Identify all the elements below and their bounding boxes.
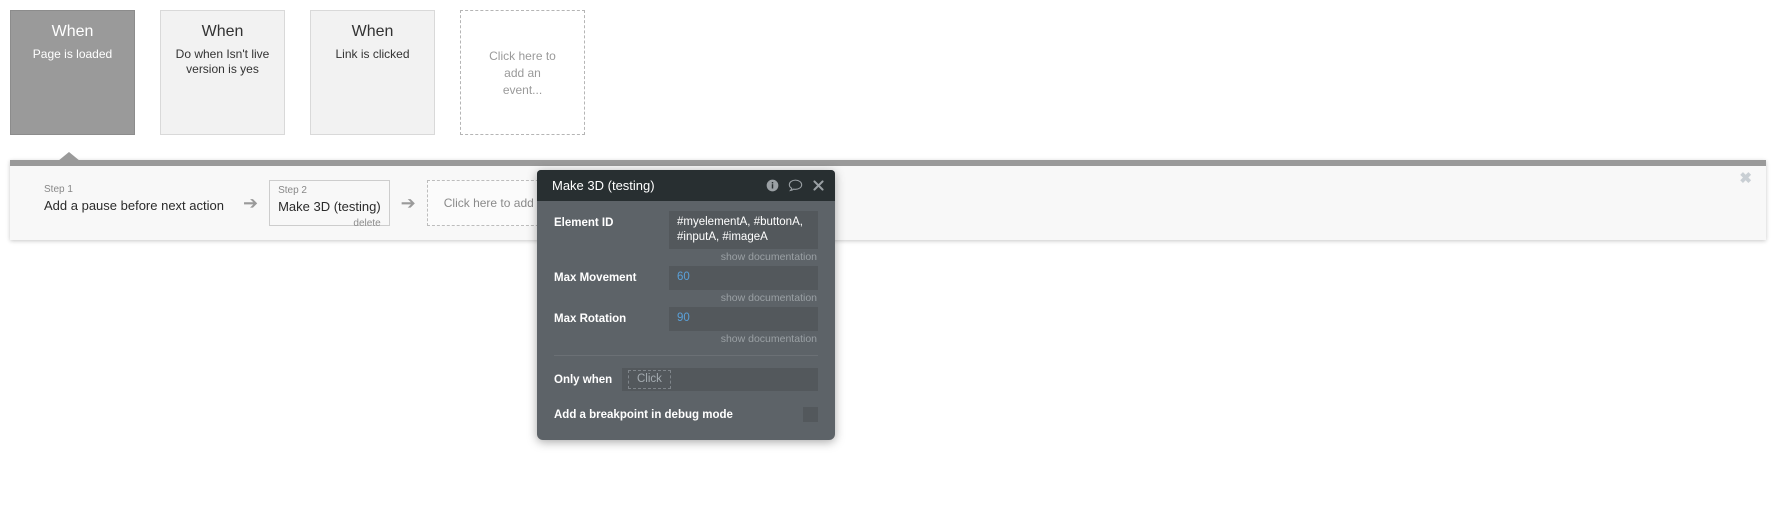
field-label: Max Rotation — [554, 313, 627, 325]
field-label: Max Movement — [554, 272, 637, 284]
property-editor-dialog: Make 3D (testing) Element ID #myelementA… — [537, 170, 835, 440]
breakpoint-checkbox[interactable] — [803, 407, 818, 422]
field-element-id: Element ID #myelementA, #buttonA, #input… — [554, 211, 818, 264]
step-number: Step 2 — [278, 185, 307, 196]
add-event-label: Click here to add an event... — [489, 49, 556, 97]
element-id-input[interactable]: #myelementA, #buttonA, #inputA, #imageA — [669, 211, 818, 249]
step-title: Make 3D (testing) — [278, 199, 381, 214]
field-control: 60 show documentation — [669, 266, 818, 305]
max-movement-input[interactable]: 60 — [669, 266, 818, 290]
field-control: #myelementA, #buttonA, #inputA, #imageA … — [669, 211, 818, 264]
breakpoint-row: Add a breakpoint in debug mode — [554, 391, 818, 436]
workflow-arrow-icon: ➔ — [400, 193, 416, 213]
dialog-header: Make 3D (testing) — [537, 170, 835, 201]
step-delete-link[interactable]: delete — [278, 218, 380, 230]
event-when-label: When — [51, 23, 94, 40]
show-documentation-link[interactable]: show documentation — [669, 331, 818, 346]
add-event-card[interactable]: Click here to add an event... — [460, 10, 585, 135]
show-documentation-link[interactable]: show documentation — [669, 249, 818, 264]
dialog-title: Make 3D (testing) — [552, 177, 655, 193]
workflow-pointer-triangle — [58, 152, 80, 161]
workflow-step-2[interactable]: Step 2 Make 3D (testing) delete — [269, 180, 390, 229]
event-card-link-is-clicked[interactable]: When Link is clicked — [310, 10, 435, 135]
max-rotation-input[interactable]: 90 — [669, 307, 818, 331]
comment-icon[interactable] — [788, 179, 803, 192]
step-number: Step 1 — [44, 184, 73, 195]
event-card-isnt-live-version[interactable]: When Do when Isn't live version is yes — [160, 10, 285, 135]
info-icon[interactable] — [766, 179, 779, 192]
only-when-input[interactable]: Click — [622, 368, 818, 391]
workflow-panel: ✖ Step 1 Add a pause before next action … — [10, 152, 1766, 240]
app-root: When Page is loaded When Do when Isn't l… — [0, 0, 1776, 518]
workflow-arrow-icon: ➔ — [242, 193, 259, 213]
only-when-label: Only when — [554, 373, 613, 386]
show-documentation-link[interactable]: show documentation — [669, 290, 818, 305]
workflow-close-button[interactable]: ✖ — [1739, 171, 1752, 186]
event-when-label: When — [351, 23, 394, 40]
workflow-step-1[interactable]: Step 1 Add a pause before next action — [36, 180, 232, 226]
event-description: Link is clicked — [335, 47, 410, 61]
workflow-steps: Step 1 Add a pause before next action ➔ … — [36, 180, 613, 229]
only-when-placeholder: Click — [628, 370, 671, 389]
field-label: Element ID — [554, 217, 614, 229]
field-max-movement: Max Movement 60 show documentation — [554, 266, 818, 305]
only-when-row: Only when Click — [554, 356, 818, 391]
event-card-page-is-loaded[interactable]: When Page is loaded — [10, 10, 135, 135]
field-max-rotation: Max Rotation 90 show documentation — [554, 307, 818, 346]
dialog-body: Element ID #myelementA, #buttonA, #input… — [537, 201, 835, 440]
event-description: Do when Isn't live version is yes — [175, 47, 270, 76]
close-icon[interactable] — [812, 179, 825, 192]
dialog-header-icons — [766, 179, 825, 192]
field-control: 90 show documentation — [669, 307, 818, 346]
event-description: Page is loaded — [32, 47, 113, 61]
breakpoint-label: Add a breakpoint in debug mode — [554, 408, 733, 421]
event-when-label: When — [201, 23, 244, 40]
step-title: Add a pause before next action — [44, 198, 224, 213]
events-row: When Page is loaded When Do when Isn't l… — [10, 10, 610, 135]
